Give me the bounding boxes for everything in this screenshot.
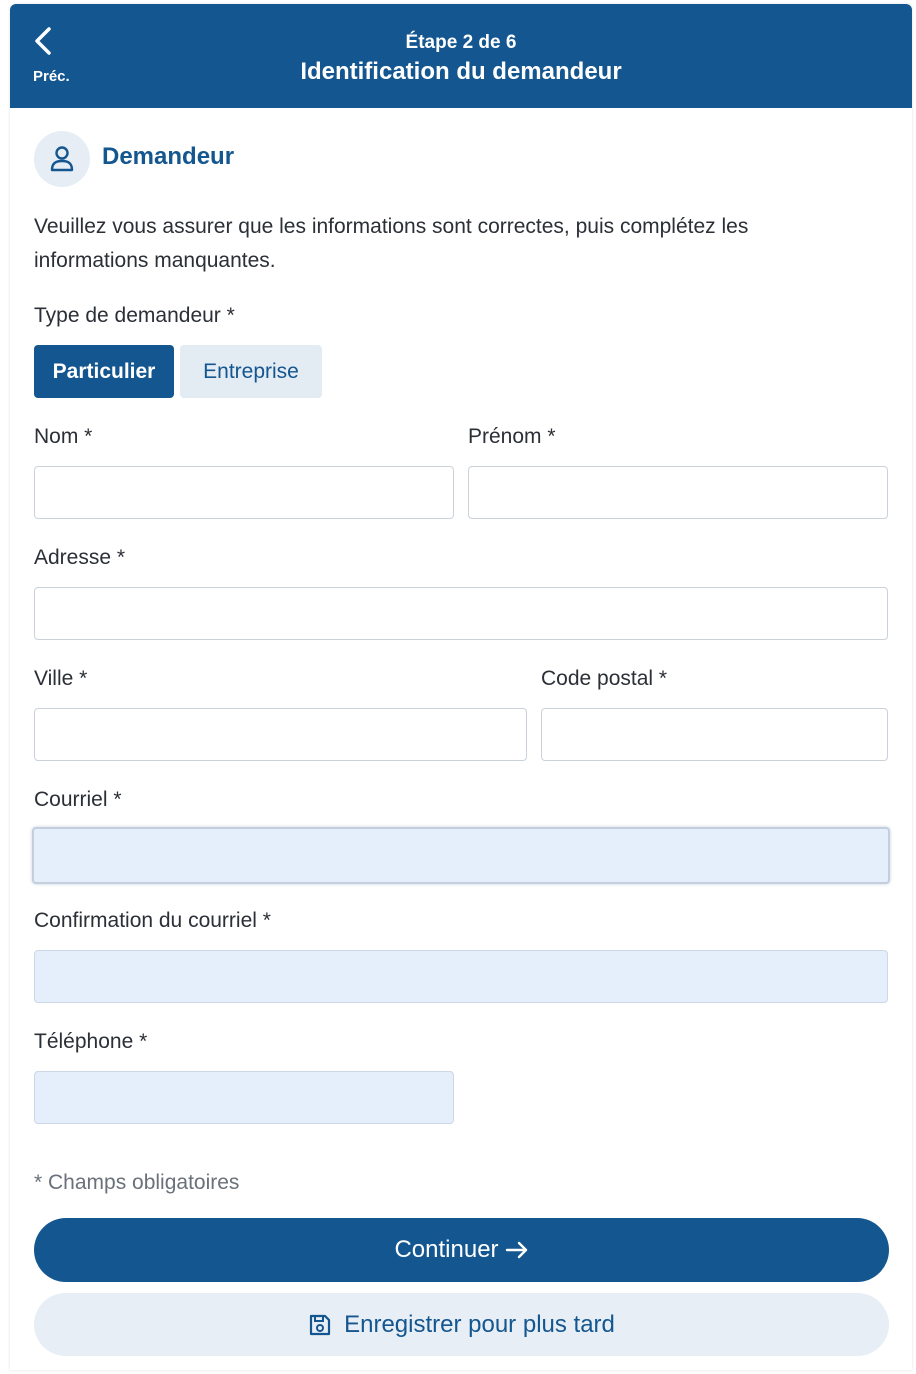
telephone-label: Téléphone * bbox=[34, 1030, 148, 1053]
form-card bbox=[10, 4, 912, 1370]
code-postal-input[interactable] bbox=[541, 708, 888, 761]
continue-label: Continuer bbox=[394, 1236, 499, 1263]
section-title: Demandeur bbox=[102, 143, 235, 170]
step-indicator: Étape 2 de 6 bbox=[405, 32, 517, 53]
code-postal-label: Code postal * bbox=[541, 667, 668, 690]
telephone-input[interactable] bbox=[34, 1071, 454, 1124]
courriel-label: Courriel * bbox=[34, 788, 122, 811]
required-fields-note: * Champs obligatoires bbox=[34, 1171, 240, 1194]
nom-input[interactable] bbox=[34, 466, 454, 519]
courriel-input[interactable] bbox=[32, 827, 890, 884]
page-title: Identification du demandeur bbox=[300, 58, 622, 85]
confirmation-courriel-input[interactable] bbox=[34, 950, 888, 1003]
continue-button[interactable]: Continuer bbox=[34, 1218, 889, 1282]
ville-input[interactable] bbox=[34, 708, 527, 761]
save-later-label: Enregistrer pour plus tard bbox=[344, 1310, 615, 1338]
adresse-label: Adresse * bbox=[34, 546, 126, 569]
intro-text: Veuillez vous assurer que les informatio… bbox=[34, 215, 749, 272]
adresse-input[interactable] bbox=[34, 587, 888, 640]
save-later-button[interactable]: Enregistrer pour plus tard bbox=[34, 1293, 889, 1356]
applicant-type-label: Type de demandeur * bbox=[34, 304, 235, 327]
user-icon bbox=[34, 131, 90, 187]
applicant-type-particulier[interactable]: Particulier bbox=[34, 345, 174, 398]
save-icon bbox=[309, 1314, 331, 1335]
prenom-input[interactable] bbox=[468, 466, 888, 519]
prenom-label: Prénom * bbox=[468, 425, 556, 448]
applicant-type-entreprise[interactable]: Entreprise bbox=[180, 345, 322, 398]
ville-label: Ville * bbox=[34, 667, 88, 690]
app-header: Préc. Étape 2 de 6 Identification du dem… bbox=[10, 4, 912, 108]
arrow-right-icon bbox=[505, 1241, 527, 1259]
nom-label: Nom * bbox=[34, 425, 93, 448]
confirmation-courriel-label: Confirmation du courriel * bbox=[34, 909, 271, 932]
